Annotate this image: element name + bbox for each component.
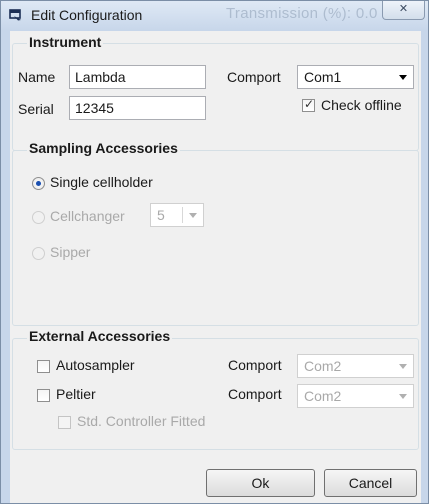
window-frame-left	[1, 31, 10, 503]
peltier-checkbox[interactable]	[37, 389, 50, 402]
dialog-body: Instrument Name Lambda Comport Com1 Seri…	[10, 31, 421, 503]
cancel-button[interactable]: Cancel	[324, 469, 417, 497]
external-accessories-legend: External Accessories	[27, 328, 173, 344]
autosampler-comport-select[interactable]: Com2	[297, 354, 414, 378]
single-cellholder-radio[interactable]	[32, 177, 45, 190]
name-field[interactable]: Lambda	[69, 65, 206, 89]
dropdown-separator	[182, 207, 183, 223]
comport-label: Comport	[227, 69, 281, 85]
window-icon	[9, 9, 21, 21]
name-label: Name	[18, 69, 56, 85]
title-bar[interactable]: Edit Configuration Transmission (%): 0.0…	[1, 1, 428, 31]
comport-select[interactable]: Com1	[297, 65, 414, 89]
checkmark-icon: ✓	[304, 97, 315, 111]
sampling-accessories-legend: Sampling Accessories	[27, 140, 180, 156]
peltier-comport-label: Comport	[228, 386, 282, 402]
serial-field[interactable]: 12345	[69, 96, 206, 120]
sipper-label: Sipper	[50, 244, 91, 260]
ok-button[interactable]: Ok	[206, 469, 315, 497]
close-icon: ✕	[398, 3, 409, 15]
single-cellholder-label: Single cellholder	[50, 174, 153, 190]
chevron-down-icon	[399, 364, 407, 369]
autosampler-label: Autosampler	[56, 357, 135, 373]
autosampler-checkbox[interactable]	[37, 360, 50, 373]
cellchanger-value: 5	[157, 207, 165, 223]
serial-label: Serial	[18, 101, 54, 117]
chevron-down-icon	[189, 213, 197, 218]
instrument-legend: Instrument	[27, 34, 104, 50]
window-frame-right	[421, 31, 428, 503]
check-offline-label: Check offline	[321, 97, 402, 113]
comport-value: Com1	[304, 69, 342, 85]
sipper-radio[interactable]	[32, 247, 45, 260]
std-controller-checkbox[interactable]	[58, 416, 71, 429]
radio-selected-dot	[36, 181, 41, 186]
cellchanger-label: Cellchanger	[50, 208, 125, 224]
peltier-comport-value: Com2	[304, 388, 342, 404]
cellchanger-radio[interactable]	[32, 211, 45, 224]
peltier-comport-select[interactable]: Com2	[297, 384, 414, 408]
std-controller-label: Std. Controller Fitted	[77, 413, 206, 429]
background-ghost-text: Transmission (%): 0.0	[226, 5, 378, 22]
autosampler-comport-label: Comport	[228, 357, 282, 373]
peltier-label: Peltier	[56, 386, 96, 402]
chevron-down-icon	[399, 75, 407, 80]
cellchanger-select[interactable]: 5	[150, 203, 204, 227]
close-button[interactable]: ✕	[382, 1, 425, 20]
edit-configuration-dialog: Edit Configuration Transmission (%): 0.0…	[0, 0, 429, 504]
chevron-down-icon	[399, 394, 407, 399]
autosampler-comport-value: Com2	[304, 358, 342, 374]
window-title: Edit Configuration	[31, 7, 143, 23]
check-offline-checkbox[interactable]: ✓	[302, 97, 315, 112]
